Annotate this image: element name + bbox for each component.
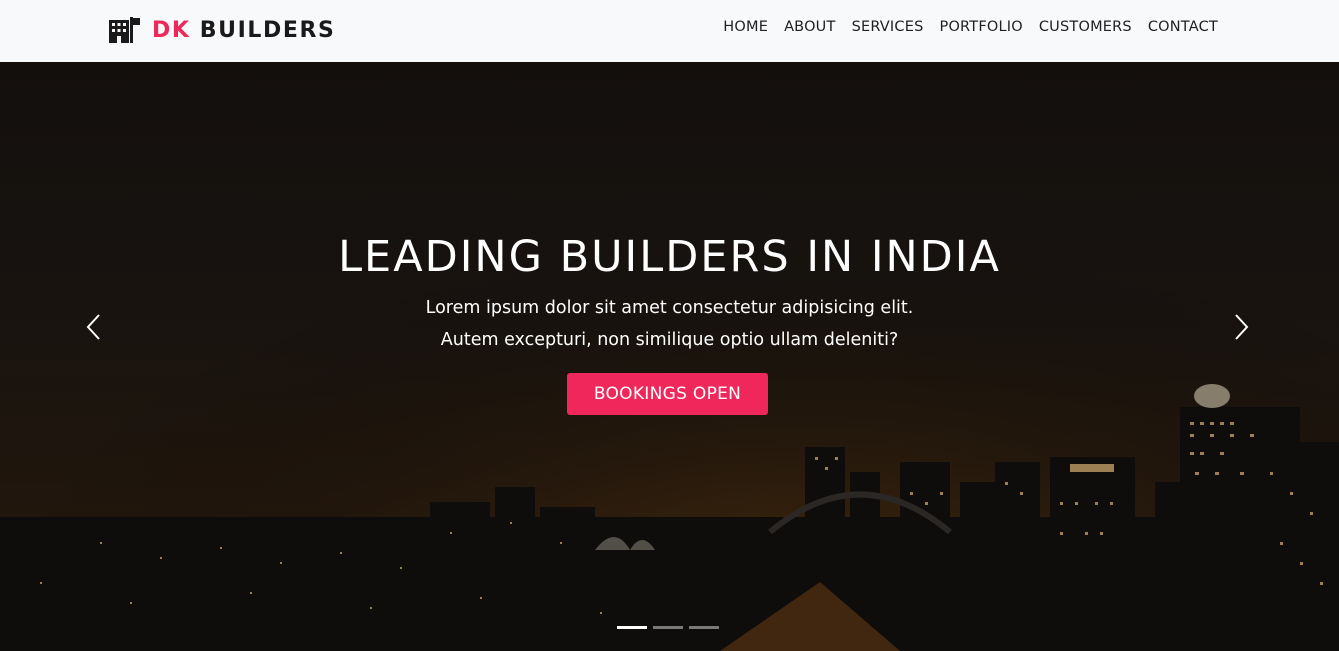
carousel-indicator[interactable]: [653, 626, 683, 629]
chevron-right-icon: [1235, 314, 1249, 340]
bookings-open-button[interactable]: BOOKINGS OPEN: [567, 373, 768, 415]
nav-about[interactable]: ABOUT: [776, 19, 844, 35]
nav-contact[interactable]: CONTACT: [1140, 19, 1218, 35]
chevron-left-icon: [86, 314, 100, 340]
hero-subtitle-line-2: Autem excepturi, non similique optio ull…: [440, 330, 899, 350]
brand-logo[interactable]: DK BUILDERS: [109, 15, 336, 45]
carousel-indicators: [617, 626, 719, 629]
brand-accent: DK: [152, 17, 191, 43]
nav-customers[interactable]: CUSTOMERS: [1031, 19, 1140, 35]
building-icon: [109, 17, 140, 43]
nav-home[interactable]: HOME: [715, 19, 776, 35]
carousel-indicator[interactable]: [617, 626, 647, 629]
nav-links: HOME ABOUT SERVICES PORTFOLIO CUSTOMERS …: [715, 19, 1218, 35]
carousel-prev-button[interactable]: [82, 312, 106, 342]
carousel-next-button[interactable]: [1229, 312, 1253, 342]
carousel-indicator[interactable]: [689, 626, 719, 629]
nav-portfolio[interactable]: PORTFOLIO: [932, 19, 1031, 35]
nav-services[interactable]: SERVICES: [844, 19, 932, 35]
hero-overlay: [0, 62, 1339, 651]
brand-word: BUILDERS: [199, 17, 336, 43]
hero-title: LEADING BUILDERS IN INDIA: [338, 232, 1001, 282]
navbar: DK BUILDERS HOME ABOUT SERVICES PORTFOLI…: [0, 0, 1339, 62]
brand-name: DK BUILDERS: [152, 18, 336, 43]
hero-carousel: LEADING BUILDERS IN INDIA Lorem ipsum do…: [0, 62, 1339, 651]
hero-subtitle-line-1: Lorem ipsum dolor sit amet consectetur a…: [425, 298, 914, 318]
